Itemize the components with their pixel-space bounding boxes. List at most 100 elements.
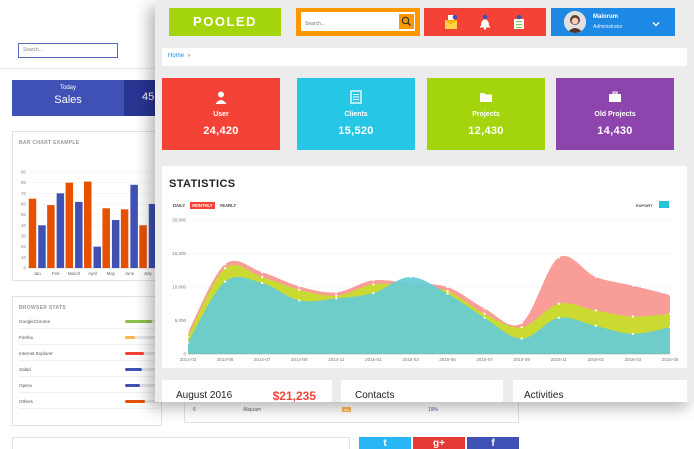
browser-progress-fill [125, 320, 153, 323]
divider [19, 344, 159, 345]
area-point [186, 341, 190, 344]
divider [19, 376, 159, 377]
bar [120, 209, 129, 268]
bar-x-tick: Jan [34, 271, 42, 276]
area-x-tick: 2014-03 [180, 357, 197, 362]
area-point [520, 337, 523, 340]
area-point [260, 275, 264, 279]
stat-card-value: 15,520 [338, 125, 374, 137]
area-y-tick: 15,000 [172, 251, 186, 256]
area-point [446, 285, 449, 289]
browser-stat-row: Safari [19, 365, 159, 377]
browser-stat-row: Opera [19, 381, 159, 393]
bar-y-tick: 0 [23, 266, 26, 271]
area-point [446, 292, 449, 295]
statistics-tabs: DAILY MONTHLY YEARLY [171, 202, 238, 209]
area-point [372, 283, 375, 286]
contacts-card: Contacts [341, 380, 503, 402]
bar [130, 184, 138, 268]
area-point [668, 312, 672, 315]
area-point [335, 294, 338, 297]
table-row: 6 Aliquam ibu 19% [184, 401, 519, 423]
browser-stats-title: BROWSER STATS [19, 305, 67, 311]
area-point [668, 293, 672, 297]
area-x-tick: 2015-05 [439, 357, 456, 362]
bar [139, 225, 147, 268]
logo[interactable]: POOLED [169, 8, 281, 36]
chevron-down-icon[interactable] [651, 16, 661, 27]
area-point [520, 326, 523, 329]
area-y-tick: 0 [183, 352, 186, 357]
bar-x-tick: March [68, 271, 81, 276]
user-icon [214, 90, 228, 104]
area-point [557, 302, 560, 305]
sales-period: Today [59, 85, 76, 91]
stat-card-label: Projects [472, 111, 500, 118]
search-input[interactable] [301, 14, 397, 34]
bar-x-tick: April [88, 271, 97, 276]
sales-title: Sales [54, 94, 82, 106]
avatar[interactable] [564, 11, 586, 33]
tasks-icon[interactable] [512, 14, 526, 30]
briefcase-icon [608, 90, 622, 104]
stat-card-clients[interactable]: Clients 15,520 [297, 78, 415, 150]
bar [38, 225, 46, 268]
user-menu[interactable]: Malorum Administrator [551, 8, 675, 36]
browser-progress-track [125, 336, 159, 339]
area-point [223, 263, 227, 266]
google-plus-button[interactable]: g+ [413, 437, 465, 449]
tab-daily[interactable]: DAILY [171, 202, 187, 209]
stat-card-old-projects[interactable]: Old Projects 14,430 [556, 78, 674, 150]
sales-card-label: Today Sales [12, 80, 124, 116]
area-point [260, 271, 264, 274]
export-button[interactable] [659, 201, 669, 212]
user-role: Administrator [593, 24, 623, 30]
tab-monthly[interactable]: MONTHLY [190, 202, 215, 209]
area-x-tick: 2016-01 [588, 357, 605, 362]
area-point [298, 299, 301, 302]
area-point [483, 316, 486, 320]
twitter-button[interactable]: t [359, 437, 411, 449]
statistics-title: STATISTICS [169, 178, 236, 190]
contacts-card-title: Contacts [355, 390, 395, 401]
stat-card-projects[interactable]: Projects 12,430 [427, 78, 545, 150]
background-search-input[interactable]: Search... [18, 43, 118, 58]
area-x-tick: 2016-03 [625, 357, 642, 362]
area-point [409, 275, 412, 279]
area-point [223, 267, 227, 270]
bar-x-tick: Feb [52, 271, 60, 276]
august-card-value: $21,235 [272, 389, 316, 402]
bell-icon[interactable] [478, 14, 492, 30]
area-point [594, 324, 598, 328]
area-x-tick: 2015-09 [513, 357, 530, 362]
area-point [520, 321, 523, 325]
facebook-button[interactable]: f [467, 437, 519, 449]
browser-stat-row: GoogleChrome [19, 317, 159, 329]
user-name: Malorum [593, 14, 619, 20]
area-point [186, 331, 190, 334]
august-card-title: August 2016 [176, 390, 233, 401]
area-x-tick: 2015-11 [551, 357, 568, 362]
area-y-tick: 10,000 [172, 285, 186, 290]
browser-progress-fill [125, 384, 141, 387]
bar [65, 182, 74, 268]
bar [28, 198, 37, 268]
divider [19, 328, 159, 329]
browser-progress-track [125, 320, 159, 323]
tab-yearly[interactable]: YEARLY [218, 202, 239, 209]
envelope-icon[interactable] [444, 14, 458, 30]
browser-name: Firefox [19, 335, 34, 340]
area-x-tick: 2014-05 [217, 357, 234, 362]
search-icon[interactable] [399, 14, 414, 29]
bar-chart-panel: BAR CHART EXAMPLE 0 10 20 30 40 50 60 70 80 90 Jan… [12, 131, 162, 281]
row-number: 6 [193, 407, 196, 413]
stat-card-user[interactable]: User 24,420 [162, 78, 280, 150]
area-point [298, 288, 301, 291]
area-x-tick: 2016-05 [662, 357, 679, 362]
breadcrumb-home-link[interactable]: Home [168, 53, 184, 59]
export-label[interactable]: EXPORT [636, 203, 652, 208]
bar-x-tick: May [107, 271, 116, 276]
browser-name: GoogleChrome [19, 319, 51, 324]
stat-card-label: Clients [344, 111, 368, 118]
row-tag: ibu [342, 407, 352, 412]
